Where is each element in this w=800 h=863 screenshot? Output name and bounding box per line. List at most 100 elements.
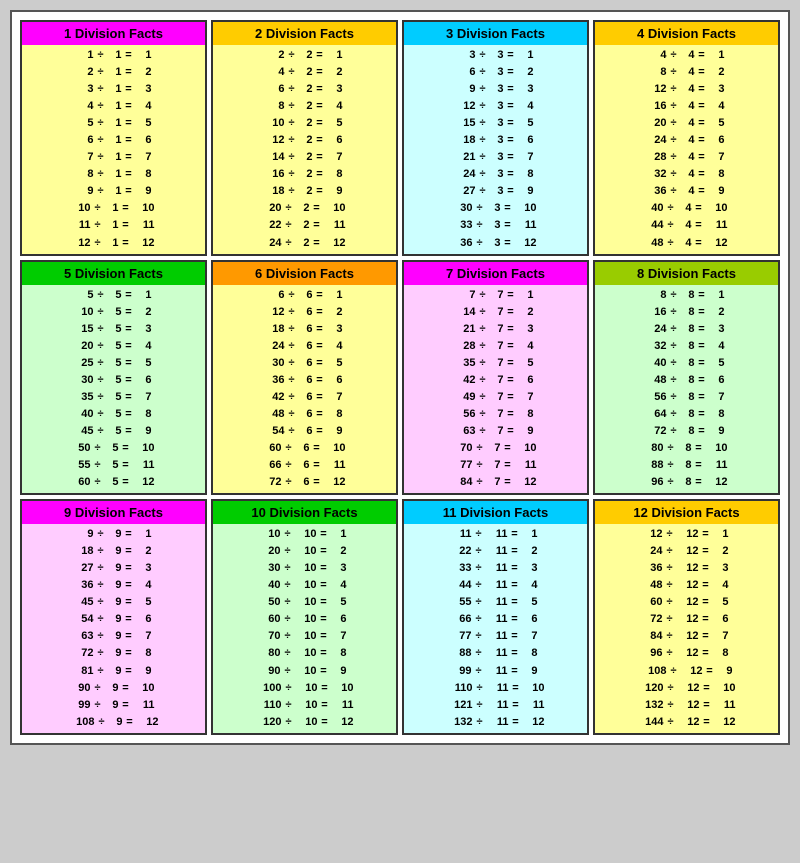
division-symbol: ÷ [663,645,677,662]
quotient: 9 [136,663,152,680]
fact-row: 10 ÷ 1 = 10 [26,200,201,217]
equals-symbol: = [313,287,327,304]
fact-row: 120 ÷ 12 = 10 [599,680,774,697]
division-symbol: ÷ [667,98,681,115]
fact-row: 36 ÷ 4 = 9 [599,183,774,200]
quotient: 3 [709,321,725,338]
division-symbol: ÷ [91,200,105,217]
division-symbol: ÷ [285,183,299,200]
divisor: 2 [299,115,313,132]
division-symbol: ÷ [476,372,490,389]
quotient: 11 [324,217,346,234]
quotient: 5 [713,594,729,611]
equals-symbol: = [695,115,709,132]
quotient: 10 [523,680,545,697]
equals-symbol: = [695,81,709,98]
equals-symbol: = [313,372,327,389]
dividend: 4 [649,47,667,64]
quotient: 9 [136,423,152,440]
dividend: 14 [458,304,476,321]
divisor: 2 [299,166,313,183]
divisor: 5 [105,457,119,474]
divisor: 7 [490,355,504,372]
equals-symbol: = [699,611,713,628]
dividend: 15 [458,115,476,132]
dividend: 70 [455,440,473,457]
dividend: 27 [76,560,94,577]
equals-symbol: = [501,457,515,474]
dividend: 12 [73,235,91,252]
fact-row: 35 ÷ 5 = 7 [26,389,201,406]
quotient: 3 [136,81,152,98]
quotient: 5 [709,115,725,132]
facts-table-s5: 5 ÷ 5 = 110 ÷ 5 = 215 ÷ 5 = 320 ÷ 5 = 42… [22,285,205,494]
fact-row: 6 ÷ 2 = 3 [217,81,392,98]
section-header-s2: 2 Division Facts [213,22,396,45]
dividend: 121 [447,697,473,714]
divisor: 7 [487,474,501,491]
divisor: 7 [490,338,504,355]
quotient: 8 [136,406,152,423]
divisor: 9 [108,645,122,662]
fact-row: 48 ÷ 12 = 4 [599,577,774,594]
division-symbol: ÷ [282,474,296,491]
dividend: 5 [76,115,94,132]
divisor: 6 [296,440,310,457]
facts-table-s2: 2 ÷ 2 = 14 ÷ 2 = 26 ÷ 2 = 38 ÷ 2 = 410 ÷… [213,45,396,254]
dividend: 96 [646,474,664,491]
equals-symbol: = [317,577,331,594]
quotient: 4 [327,338,343,355]
division-symbol: ÷ [94,423,108,440]
dividend: 16 [649,98,667,115]
division-symbol: ÷ [473,697,487,714]
quotient: 1 [327,287,343,304]
divisor: 8 [681,304,695,321]
fact-row: 40 ÷ 10 = 4 [217,577,392,594]
quotient: 12 [332,714,354,731]
dividend: 84 [645,628,663,645]
dividend: 4 [76,98,94,115]
fact-row: 28 ÷ 7 = 4 [408,338,583,355]
equals-symbol: = [313,64,327,81]
division-symbol: ÷ [472,577,486,594]
fact-row: 21 ÷ 7 = 3 [408,321,583,338]
fact-row: 18 ÷ 2 = 9 [217,183,392,200]
division-symbol: ÷ [281,594,295,611]
divisor: 2 [299,98,313,115]
division-symbol: ÷ [285,81,299,98]
division-symbol: ÷ [94,287,108,304]
divisor: 7 [490,423,504,440]
dividend: 77 [454,628,472,645]
equals-symbol: = [122,406,136,423]
dividend: 110 [256,697,282,714]
division-symbol: ÷ [664,235,678,252]
equals-symbol: = [501,200,515,217]
dividend: 21 [458,149,476,166]
dividend: 24 [645,543,663,560]
divisor: 12 [677,611,699,628]
quotient: 11 [133,217,155,234]
facts-table-s11: 11 ÷ 11 = 122 ÷ 11 = 233 ÷ 11 = 344 ÷ 11… [404,524,587,733]
divisor: 1 [108,115,122,132]
division-symbol: ÷ [91,235,105,252]
dividend: 3 [76,81,94,98]
quotient: 5 [136,115,152,132]
divisor: 6 [299,372,313,389]
fact-row: 12 ÷ 2 = 6 [217,132,392,149]
division-symbol: ÷ [91,457,105,474]
equals-symbol: = [700,697,714,714]
divisor: 9 [108,594,122,611]
equals-symbol: = [313,406,327,423]
dividend: 96 [645,645,663,662]
division-symbol: ÷ [663,611,677,628]
divisor: 1 [108,64,122,81]
fact-row: 15 ÷ 3 = 5 [408,115,583,132]
fact-row: 5 ÷ 5 = 1 [26,287,201,304]
division-facts-page: 1 Division Facts1 ÷ 1 = 12 ÷ 1 = 23 ÷ 1 … [10,10,790,745]
quotient: 4 [136,577,152,594]
fact-row: 50 ÷ 5 = 10 [26,440,201,457]
equals-symbol: = [695,304,709,321]
fact-row: 72 ÷ 6 = 12 [217,474,392,491]
quotient: 6 [327,132,343,149]
divisor: 4 [681,47,695,64]
